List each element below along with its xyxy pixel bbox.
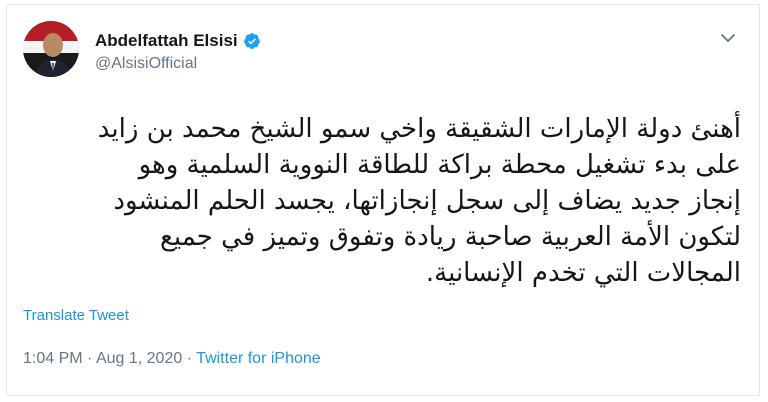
- meta-separator: ·: [186, 350, 193, 367]
- avatar[interactable]: [23, 21, 79, 77]
- verified-badge-icon: [243, 32, 261, 50]
- meta-separator: ·: [87, 350, 93, 367]
- tweet-time[interactable]: 1:04 PM: [23, 350, 83, 367]
- display-name[interactable]: Abdelfattah Elsisi: [95, 31, 238, 51]
- tweet-source-link[interactable]: Twitter for iPhone: [196, 350, 321, 367]
- tweet-metadata: 1:04 PM · Aug 1, 2020 · Twitter for iPho…: [23, 350, 321, 368]
- user-name-block: Abdelfattah Elsisi @AlsisiOfficial: [95, 31, 261, 73]
- avatar-image: [23, 21, 79, 77]
- tweet-text: أهنئ دولة الإمارات الشقيقة واخي سمو الشي…: [97, 114, 741, 288]
- translate-tweet-link[interactable]: Translate Tweet: [23, 307, 129, 324]
- tweet-header: Abdelfattah Elsisi @AlsisiOfficial: [23, 21, 743, 77]
- tweet-card: Abdelfattah Elsisi @AlsisiOfficial أهنئ …: [6, 4, 760, 396]
- chevron-down-icon[interactable]: [719, 29, 737, 47]
- user-handle[interactable]: @AlsisiOfficial: [95, 55, 261, 73]
- tweet-date[interactable]: Aug 1, 2020: [96, 350, 182, 367]
